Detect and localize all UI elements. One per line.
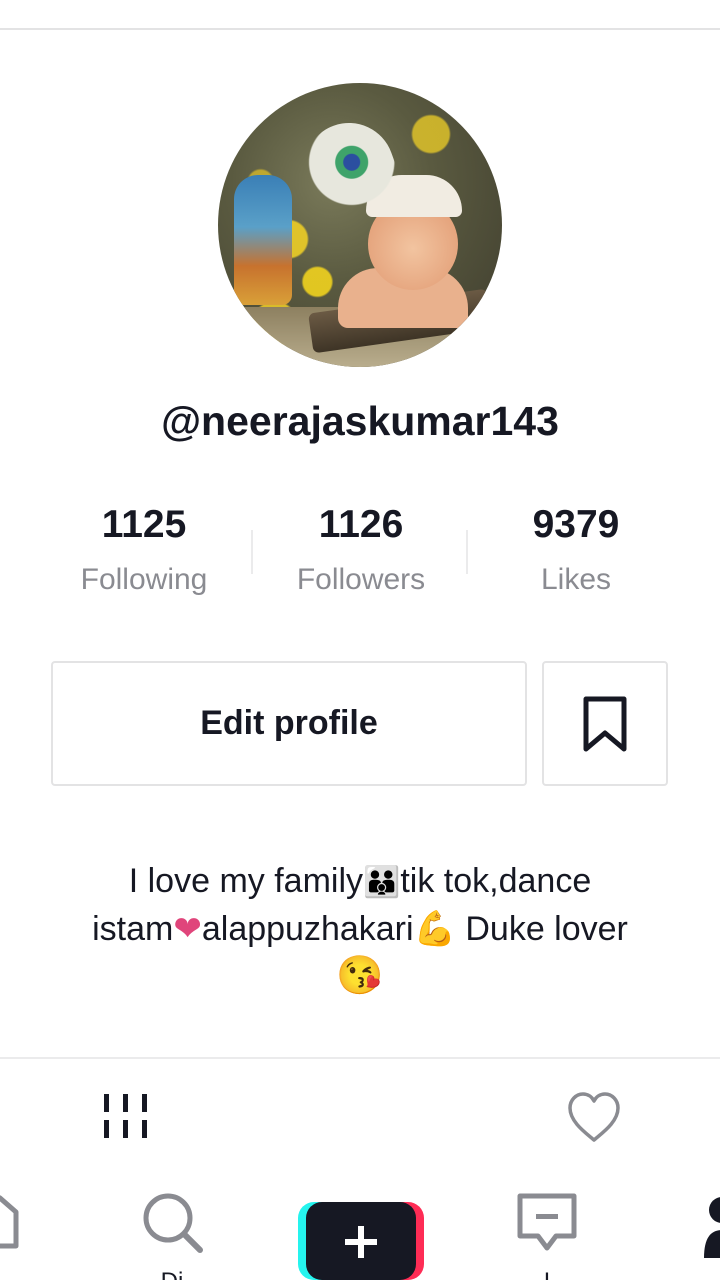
bookmark-icon <box>583 696 627 751</box>
bio-line-3: 😘 <box>20 953 700 1001</box>
nav-me[interactable] <box>700 1190 720 1260</box>
avatar[interactable] <box>218 83 502 367</box>
profile-screen: @neerajaskumar143 1125 Following 1126 Fo… <box>0 0 720 1280</box>
flexed-arm-emoji: 💪 <box>413 910 456 948</box>
plus-icon <box>298 1202 424 1280</box>
username: @neerajaskumar143 <box>161 398 559 444</box>
heart-outline-icon <box>568 1092 620 1142</box>
bio-text: Duke lover <box>455 910 628 948</box>
stat-followers[interactable]: 1126 Followers <box>261 500 461 600</box>
heart-emoji: ❤ <box>173 910 202 948</box>
bio-line-1: I love my family👪tik tok,dance <box>20 858 700 906</box>
followers-label: Followers <box>296 563 426 596</box>
following-count: 1125 <box>101 503 187 546</box>
nav-inbox[interactable] <box>514 1190 580 1254</box>
top-divider <box>0 28 720 30</box>
stat-separator <box>251 530 253 574</box>
likes-label: Likes <box>540 563 612 596</box>
nav-create-button[interactable] <box>298 1202 424 1280</box>
stat-likes[interactable]: 9379 Likes <box>476 500 676 600</box>
likes-count: 9379 <box>532 503 620 546</box>
following-label: Following <box>80 563 208 596</box>
avatar-krishna-figurine <box>234 175 292 305</box>
grid-icon <box>104 1094 147 1138</box>
inbox-icon <box>517 1193 577 1251</box>
me-icon <box>704 1197 720 1258</box>
edit-profile-button[interactable]: Edit profile <box>51 661 527 786</box>
bio-text: I love my family <box>128 862 363 900</box>
bio: I love my family👪tik tok,dance istam❤ala… <box>20 858 700 1001</box>
nav-discover-label: Di <box>112 1268 232 1280</box>
bio-text: alappuzhakari <box>201 910 414 948</box>
tab-liked[interactable] <box>564 1088 624 1148</box>
home-icon <box>0 1195 19 1249</box>
stat-following[interactable]: 1125 Following <box>44 500 244 600</box>
stat-separator <box>466 530 468 574</box>
bio-text: istam <box>92 910 174 948</box>
tab-videos[interactable] <box>96 1088 156 1148</box>
bio-line-2: istam❤alappuzhakari💪 Duke lover <box>20 906 700 953</box>
search-icon <box>143 1193 203 1253</box>
nav-inbox-label: I <box>487 1268 607 1280</box>
tabs-divider <box>0 1057 720 1059</box>
favorites-button[interactable] <box>542 661 668 786</box>
bio-text: tik tok,dance <box>400 862 592 900</box>
family-emoji: 👪 <box>363 866 401 899</box>
nav-home[interactable] <box>0 1190 26 1250</box>
kiss-face-emoji: 😘 <box>336 955 384 997</box>
followers-count: 1126 <box>318 503 404 546</box>
nav-discover[interactable] <box>140 1190 204 1254</box>
